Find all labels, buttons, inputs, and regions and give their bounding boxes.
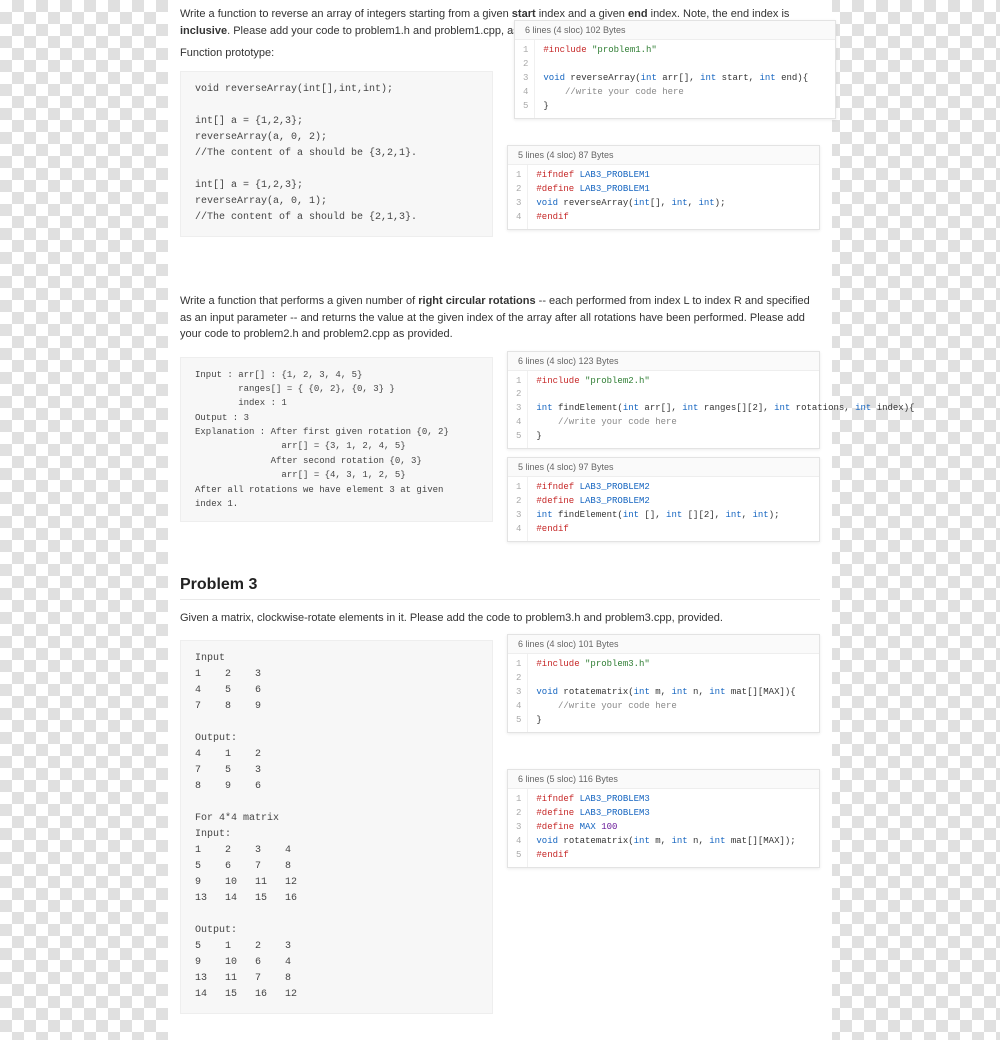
p3-cpp-card: 6 lines (4 sloc) 101 Bytes 1 2 3 4 5 #in… [507, 634, 820, 733]
document-page: 6 lines (4 sloc) 102 Bytes 1 2 3 4 5 #in… [168, 0, 832, 1040]
p1-cpp-gutter: 1 2 3 4 5 [515, 40, 535, 118]
p1-h-gutter: 1 2 3 4 [508, 165, 528, 229]
p1-proto-code: void reverseArray(int[],int,int); int[] … [180, 71, 493, 237]
p1-h-head: 5 lines (4 sloc) 87 Bytes [508, 146, 819, 165]
p2-example: Input : arr[] : {1, 2, 3, 4, 5} ranges[]… [180, 357, 493, 523]
p2-cpp-code: #include "problem2.h" int findElement(in… [528, 371, 922, 449]
p3-title: Problem 3 [180, 576, 820, 600]
p2-h-head: 5 lines (4 sloc) 97 Bytes [508, 458, 819, 477]
p1-cpp-code: #include "problem1.h" void reverseArray(… [535, 40, 816, 118]
p1-cpp-head: 6 lines (4 sloc) 102 Bytes [515, 21, 835, 40]
p2-cpp-gutter: 1 2 3 4 5 [508, 371, 528, 449]
p2-h-code: #ifndef LAB3_PROBLEM2 #define LAB3_PROBL… [528, 477, 787, 541]
p2-description: Write a function that performs a given n… [180, 293, 820, 343]
p3-example: Input 1 2 3 4 5 6 7 8 9 Output: 4 1 2 7 … [180, 640, 493, 1014]
p2-h-card: 5 lines (4 sloc) 97 Bytes 1 2 3 4 #ifnde… [507, 457, 820, 542]
p3-h-gutter: 1 2 3 4 5 [508, 789, 528, 867]
p2-cpp-head: 6 lines (4 sloc) 123 Bytes [508, 352, 819, 371]
p2-h-gutter: 1 2 3 4 [508, 477, 528, 541]
p1-h-card: 5 lines (4 sloc) 87 Bytes 1 2 3 4 #ifnde… [507, 145, 820, 230]
p3-cpp-gutter: 1 2 3 4 5 [508, 654, 528, 732]
p3-h-code: #ifndef LAB3_PROBLEM3 #define LAB3_PROBL… [528, 789, 803, 867]
p3-description: Given a matrix, clockwise-rotate element… [180, 610, 820, 627]
p1-cpp-card: 6 lines (4 sloc) 102 Bytes 1 2 3 4 5 #in… [514, 20, 836, 119]
p3-h-head: 6 lines (5 sloc) 116 Bytes [508, 770, 819, 789]
p3-h-card: 6 lines (5 sloc) 116 Bytes 1 2 3 4 5 #if… [507, 769, 820, 868]
p3-cpp-head: 6 lines (4 sloc) 101 Bytes [508, 635, 819, 654]
p3-cpp-code: #include "problem3.h" void rotatematrix(… [528, 654, 803, 732]
p2-cpp-card: 6 lines (4 sloc) 123 Bytes 1 2 3 4 5 #in… [507, 351, 820, 450]
p1-h-code: #ifndef LAB3_PROBLEM1 #define LAB3_PROBL… [528, 165, 733, 229]
